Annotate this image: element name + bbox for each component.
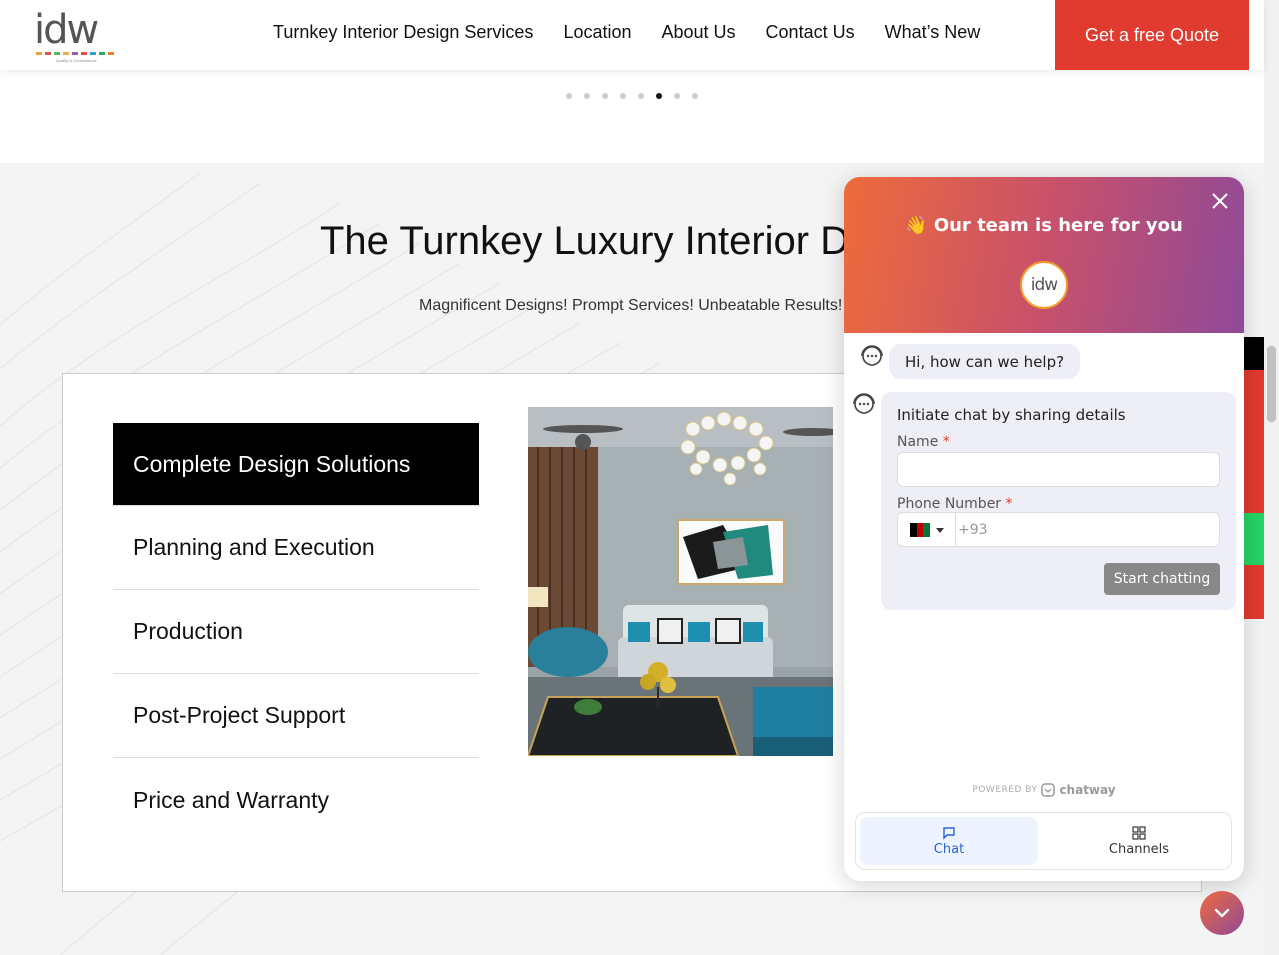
get-quote-button[interactable]: Get a free Quote — [1055, 0, 1249, 70]
chat-header-title: 👋 Our team is here for you — [905, 215, 1183, 236]
section-subtitle: Magnificent Designs! Prompt Services! Un… — [419, 297, 843, 314]
phone-label-text: Phone Number — [897, 496, 1002, 512]
tab-chat[interactable]: Chat — [860, 817, 1038, 865]
chevron-down-icon[interactable] — [936, 528, 944, 533]
tab-channels-label: Channels — [1108, 841, 1170, 857]
chat-avatar: idw — [1020, 261, 1068, 309]
tab-channels[interactable]: Channels — [1050, 817, 1228, 865]
chat-widget: 👋 Our team is here for you idw Hi, how c… — [844, 177, 1244, 881]
service-tabs: Complete Design Solutions Planning and E… — [113, 423, 479, 842]
grid-icon — [1132, 825, 1146, 840]
powered-by-label: POWERED BY — [972, 785, 1038, 795]
chevron-down-icon — [1214, 908, 1230, 918]
name-label-text: Name — [897, 434, 939, 450]
carousel-dot[interactable] — [566, 93, 572, 99]
form-title: Initiate chat by sharing details — [897, 406, 1126, 424]
main-nav: Turnkey Interior Design Services Locatio… — [273, 22, 980, 43]
country-flag-icon[interactable] — [910, 523, 931, 537]
living-room-image — [528, 407, 833, 756]
phone-label: Phone Number * — [897, 496, 1013, 512]
tab-chat-label: Chat — [933, 841, 965, 857]
nav-location[interactable]: Location — [563, 22, 631, 43]
bot-agent-icon — [861, 345, 883, 366]
page-scrollbar[interactable] — [1264, 0, 1279, 955]
start-chatting-button[interactable]: Start chatting — [1104, 563, 1220, 595]
site-header: idw Quality & Convenience Turnkey Interi… — [0, 0, 1264, 70]
powered-by[interactable]: POWERED BY chatway — [844, 783, 1244, 797]
name-field[interactable] — [897, 452, 1220, 487]
phone-divider — [955, 513, 956, 546]
tab-post-project-support[interactable]: Post-Project Support — [113, 674, 479, 758]
carousel-dot[interactable] — [602, 93, 608, 99]
bot-agent-icon — [853, 393, 875, 414]
chat-contact-form: Initiate chat by sharing details Name * … — [881, 392, 1236, 610]
logo-dots — [36, 52, 114, 55]
nav-about-us[interactable]: About Us — [662, 22, 736, 43]
greeting-message: Hi, how can we help? — [889, 344, 1081, 379]
carousel-dot[interactable] — [620, 93, 626, 99]
name-label: Name * — [897, 434, 950, 450]
tab-price-and-warranty[interactable]: Price and Warranty — [113, 758, 479, 842]
carousel-dot[interactable] — [638, 93, 644, 99]
tab-planning-and-execution[interactable]: Planning and Execution — [113, 506, 479, 590]
carousel-dot[interactable] — [674, 93, 680, 99]
phone-number-field[interactable] — [958, 513, 1218, 546]
floating-side-buttons[interactable] — [1243, 337, 1264, 619]
chat-bubble-icon — [943, 826, 955, 840]
required-mark: * — [1005, 496, 1013, 512]
chatway-logo-icon — [1041, 783, 1056, 797]
close-icon[interactable] — [1208, 189, 1232, 213]
carousel-dot[interactable] — [656, 93, 662, 99]
tab-complete-design-solutions[interactable]: Complete Design Solutions — [113, 423, 479, 506]
nav-contact-us[interactable]: Contact Us — [766, 22, 855, 43]
logo[interactable]: idw Quality & Convenience — [34, 8, 118, 64]
tab-production[interactable]: Production — [113, 590, 479, 674]
required-mark: * — [942, 434, 950, 450]
chat-tab-bar: Chat Channels — [855, 812, 1232, 870]
carousel-dot[interactable] — [584, 93, 590, 99]
nav-whats-new[interactable]: What’s New — [885, 22, 981, 43]
carousel-pagination — [566, 93, 698, 99]
phone-field-wrapper — [897, 512, 1220, 547]
scrollbar-thumb[interactable] — [1267, 346, 1276, 422]
section-title: The Turnkey Luxury Interior D — [320, 219, 850, 263]
logo-tagline: Quality & Convenience — [56, 58, 97, 63]
powered-by-brand: chatway — [1059, 783, 1116, 797]
carousel-dot[interactable] — [692, 93, 698, 99]
chat-header: 👋 Our team is here for you idw — [844, 177, 1244, 333]
logo-text: idw — [34, 7, 99, 53]
chat-launcher-button[interactable] — [1200, 891, 1244, 935]
nav-turnkey-services[interactable]: Turnkey Interior Design Services — [273, 22, 533, 43]
